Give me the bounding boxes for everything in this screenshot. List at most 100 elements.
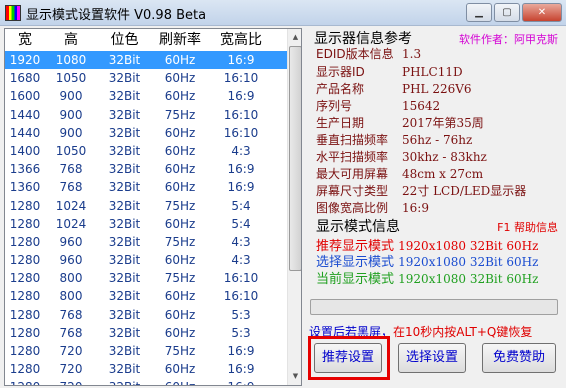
resolution-row[interactable]: 1360 768 32Bit 60Hz 16:9 (5, 178, 287, 196)
scroll-thumb[interactable] (289, 46, 301, 271)
resolution-row[interactable]: 1440 900 32Bit 60Hz 16:10 (5, 124, 287, 142)
scroll-up-arrow-icon[interactable]: ▲ (289, 30, 301, 45)
row-refresh-rate: 60Hz (164, 162, 196, 177)
row-color-depth: 32Bit (108, 143, 141, 158)
info-horizontal-frequency: 水平扫描频率 30khz - 83khz (316, 150, 487, 164)
info-monitor-id: 显示器ID PHLC11D (316, 65, 463, 79)
row-refresh-rate: 60Hz (164, 125, 196, 140)
row-width: 1680 (9, 71, 41, 86)
info-screen-size-type: 屏幕尺寸类型 22寸 LCD/LED显示器 (316, 184, 527, 198)
row-width: 1280 (9, 289, 41, 304)
row-aspect-ratio: 4:3 (231, 234, 251, 249)
row-refresh-rate: 60Hz (164, 307, 196, 322)
row-width: 1920 (9, 53, 41, 67)
resolution-row[interactable]: 1366 768 32Bit 60Hz 16:9 (5, 160, 287, 178)
current-mode: 当前显示模式 1920x1080 32Bit 60Hz (316, 272, 539, 287)
resolution-row[interactable]: 1280 768 32Bit 60Hz 5:3 (5, 324, 287, 342)
row-color-depth: 32Bit (108, 107, 141, 122)
row-width: 1280 (9, 234, 41, 249)
row-width: 1280 (9, 253, 41, 268)
select-settings-button[interactable]: 选择设置 (398, 343, 466, 373)
row-width: 1280 (9, 216, 41, 231)
row-height: 800 (59, 271, 83, 286)
title-bar: 显示模式设置软件 V0.98 Beta ▁ ▢ ✕ (0, 0, 566, 26)
row-height: 800 (59, 289, 83, 304)
row-aspect-ratio: 16:9 (227, 362, 255, 377)
row-width: 1280 (9, 362, 41, 377)
highlight-box (308, 336, 390, 380)
row-height: 720 (59, 344, 83, 358)
row-width: 1280 (9, 307, 41, 322)
row-refresh-rate: 60Hz (164, 325, 196, 340)
row-color-depth: 32Bit (97, 378, 152, 385)
row-refresh-rate: 60Hz (164, 71, 196, 86)
row-aspect-ratio: 16:10 (223, 107, 259, 122)
row-height: 960 (59, 234, 83, 249)
resolution-row[interactable]: 1680 1050 32Bit 60Hz 16:10 (5, 69, 287, 87)
resolution-row[interactable]: 128072032Bit60Hz16:9 (5, 378, 287, 385)
column-header-height[interactable]: 高 (45, 29, 97, 51)
row-color-depth: 32Bit (108, 325, 141, 340)
row-aspect-ratio: 5:4 (231, 216, 251, 231)
row-refresh-rate: 60Hz (164, 216, 196, 231)
row-aspect-ratio: 16:10 (223, 289, 259, 304)
donate-button[interactable]: 免费赞助 (482, 343, 556, 373)
row-width: 1280 (9, 325, 41, 340)
resolution-row[interactable]: 1600 900 32Bit 60Hz 16:9 (5, 87, 287, 105)
resolution-row[interactable]: 1280 1024 32Bit 60Hz 5:4 (5, 215, 287, 233)
row-color-depth: 32Bit (108, 53, 141, 67)
row-aspect-ratio: 16:9 (227, 53, 255, 67)
row-height: 768 (59, 307, 83, 322)
resolution-row[interactable]: 1280 800 32Bit 75Hz 16:10 (5, 269, 287, 287)
row-refresh-rate: 60Hz (164, 253, 196, 268)
info-max-screen: 最大可用屏幕 48cm x 27cm (316, 167, 484, 181)
resolution-row[interactable]: 1440 900 32Bit 75Hz 16:10 (5, 106, 287, 124)
window-title: 显示模式设置软件 V0.98 Beta (26, 8, 207, 23)
row-height: 900 (59, 89, 83, 104)
scroll-down-arrow-icon[interactable]: ▼ (289, 369, 301, 384)
row-aspect-ratio: 16:9 (227, 162, 255, 177)
resolution-row[interactable]: 1920 1080 32Bit 60Hz 16:9 (5, 51, 287, 70)
row-height: 1080 (55, 53, 87, 67)
mode-info-title: 显示模式信息 (316, 219, 400, 235)
info-production-date: 生产日期 2017年第35周 (316, 116, 484, 130)
resolution-row[interactable]: 128072032Bit60Hz16:9 (5, 360, 287, 378)
row-color-depth: 32Bit (108, 71, 141, 86)
row-color-depth: 32Bit (108, 271, 141, 286)
row-height: 768 (59, 325, 83, 340)
row-height: 720 (45, 378, 97, 385)
resolution-row[interactable]: 1280 720 32Bit 75Hz 16:9 (5, 342, 287, 360)
row-color-depth: 32Bit (108, 216, 141, 231)
column-header-width[interactable]: 宽 (5, 29, 45, 51)
row-refresh-rate: 60Hz (164, 289, 196, 304)
info-aspect-ratio: 图像宽高比例 16:9 (316, 201, 429, 215)
resolution-row[interactable]: 1280 960 32Bit 60Hz 4:3 (5, 251, 287, 269)
resolution-row[interactable]: 1280 768 32Bit 60Hz 5:3 (5, 306, 287, 324)
resolution-row[interactable]: 1280 960 32Bit 75Hz 4:3 (5, 233, 287, 251)
column-header-aspect-ratio[interactable]: 宽高比 (208, 29, 274, 51)
resolution-row[interactable]: 1280 800 32Bit 60Hz 16:10 (5, 287, 287, 305)
row-color-depth: 32Bit (108, 307, 141, 322)
column-header-color-depth[interactable]: 位色 (97, 29, 152, 51)
row-aspect-ratio: 16:9 (227, 89, 255, 104)
row-aspect-ratio: 16:9 (227, 180, 255, 195)
row-height: 1024 (55, 216, 87, 231)
resolution-row[interactable]: 1400 1050 32Bit 60Hz 4:3 (5, 142, 287, 160)
list-body: 1920 1080 32Bit 60Hz 16:9 1680 1050 32Bit 60Hz 16… (5, 51, 287, 385)
row-refresh-rate: 75Hz (164, 234, 196, 249)
row-aspect-ratio: 16:10 (223, 125, 259, 140)
row-aspect-ratio: 16:9 (227, 344, 255, 358)
close-button[interactable]: ✕ (522, 3, 562, 22)
maximize-button[interactable]: ▢ (494, 3, 520, 22)
resolution-row[interactable]: 1280 1024 32Bit 75Hz 5:4 (5, 197, 287, 215)
row-color-depth: 32Bit (108, 289, 141, 304)
countdown-progress-bar (310, 299, 558, 315)
list-scrollbar[interactable]: ▲ ▼ (287, 29, 301, 385)
minimize-button[interactable]: ▁ (466, 3, 492, 22)
row-height: 720 (59, 362, 83, 377)
row-height: 768 (59, 180, 83, 195)
resolution-list[interactable]: 宽 高 位色 刷新率 宽高比 1920 1080 32Bit 60Hz 16:9 1680… (4, 28, 302, 386)
row-width: 1280 (9, 198, 41, 213)
row-width: 1440 (9, 125, 41, 140)
column-header-refresh-rate[interactable]: 刷新率 (152, 29, 208, 51)
